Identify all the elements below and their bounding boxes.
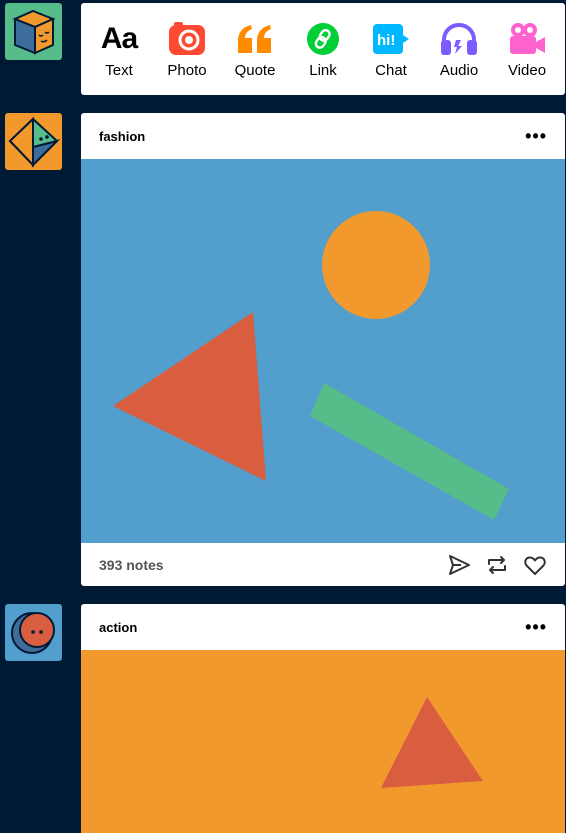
compose-quote-label: Quote <box>234 62 276 79</box>
post-header: action ••• <box>81 604 565 650</box>
post-card: fashion ••• 393 notes <box>81 113 565 586</box>
compose-link-button[interactable]: Link <box>291 19 355 79</box>
post-header: fashion ••• <box>81 113 565 159</box>
compose-photo-button[interactable]: Photo <box>155 19 219 79</box>
user-avatar[interactable] <box>5 3 62 60</box>
video-camera-icon <box>507 19 547 59</box>
reblog-icon[interactable] <box>485 553 509 577</box>
post-footer: 393 notes <box>81 543 565 586</box>
like-heart-icon[interactable] <box>523 553 547 577</box>
compose-chat-label: Chat <box>375 62 407 79</box>
text-icon: Aa <box>100 22 138 55</box>
notes-count[interactable]: 393 notes <box>99 557 164 573</box>
blog-name[interactable]: fashion <box>99 129 145 144</box>
blog-avatar-fashion[interactable] <box>5 113 62 170</box>
camera-icon <box>167 19 207 59</box>
compose-chat-button[interactable]: hi! Chat <box>359 19 423 79</box>
compose-audio-button[interactable]: Audio <box>427 19 491 79</box>
post-card: action ••• <box>81 604 565 833</box>
post-photo <box>81 650 565 833</box>
blog-avatar-action[interactable] <box>5 604 62 661</box>
compose-video-label: Video <box>507 62 547 79</box>
compose-audio-label: Audio <box>439 62 479 79</box>
post-photo <box>81 159 565 543</box>
post-composer: Aa Text Photo Quote Link hi! Chat Audio … <box>81 3 565 95</box>
headphones-icon <box>439 19 479 59</box>
compose-photo-label: Photo <box>167 62 207 79</box>
compose-link-label: Link <box>309 62 337 79</box>
compose-video-button[interactable]: Video <box>495 19 559 79</box>
compose-quote-button[interactable]: Quote <box>223 19 287 79</box>
blog-name[interactable]: action <box>99 620 137 635</box>
compose-text-label: Text <box>105 62 133 79</box>
more-options-icon[interactable]: ••• <box>525 618 547 636</box>
share-icon[interactable] <box>447 553 471 577</box>
quote-icon <box>235 19 275 59</box>
link-icon <box>303 19 343 59</box>
compose-text-button[interactable]: Aa Text <box>87 19 151 79</box>
chat-icon: hi! <box>371 19 411 59</box>
post-actions <box>447 553 547 577</box>
more-options-icon[interactable]: ••• <box>525 127 547 145</box>
svg-text:hi!: hi! <box>377 32 395 49</box>
